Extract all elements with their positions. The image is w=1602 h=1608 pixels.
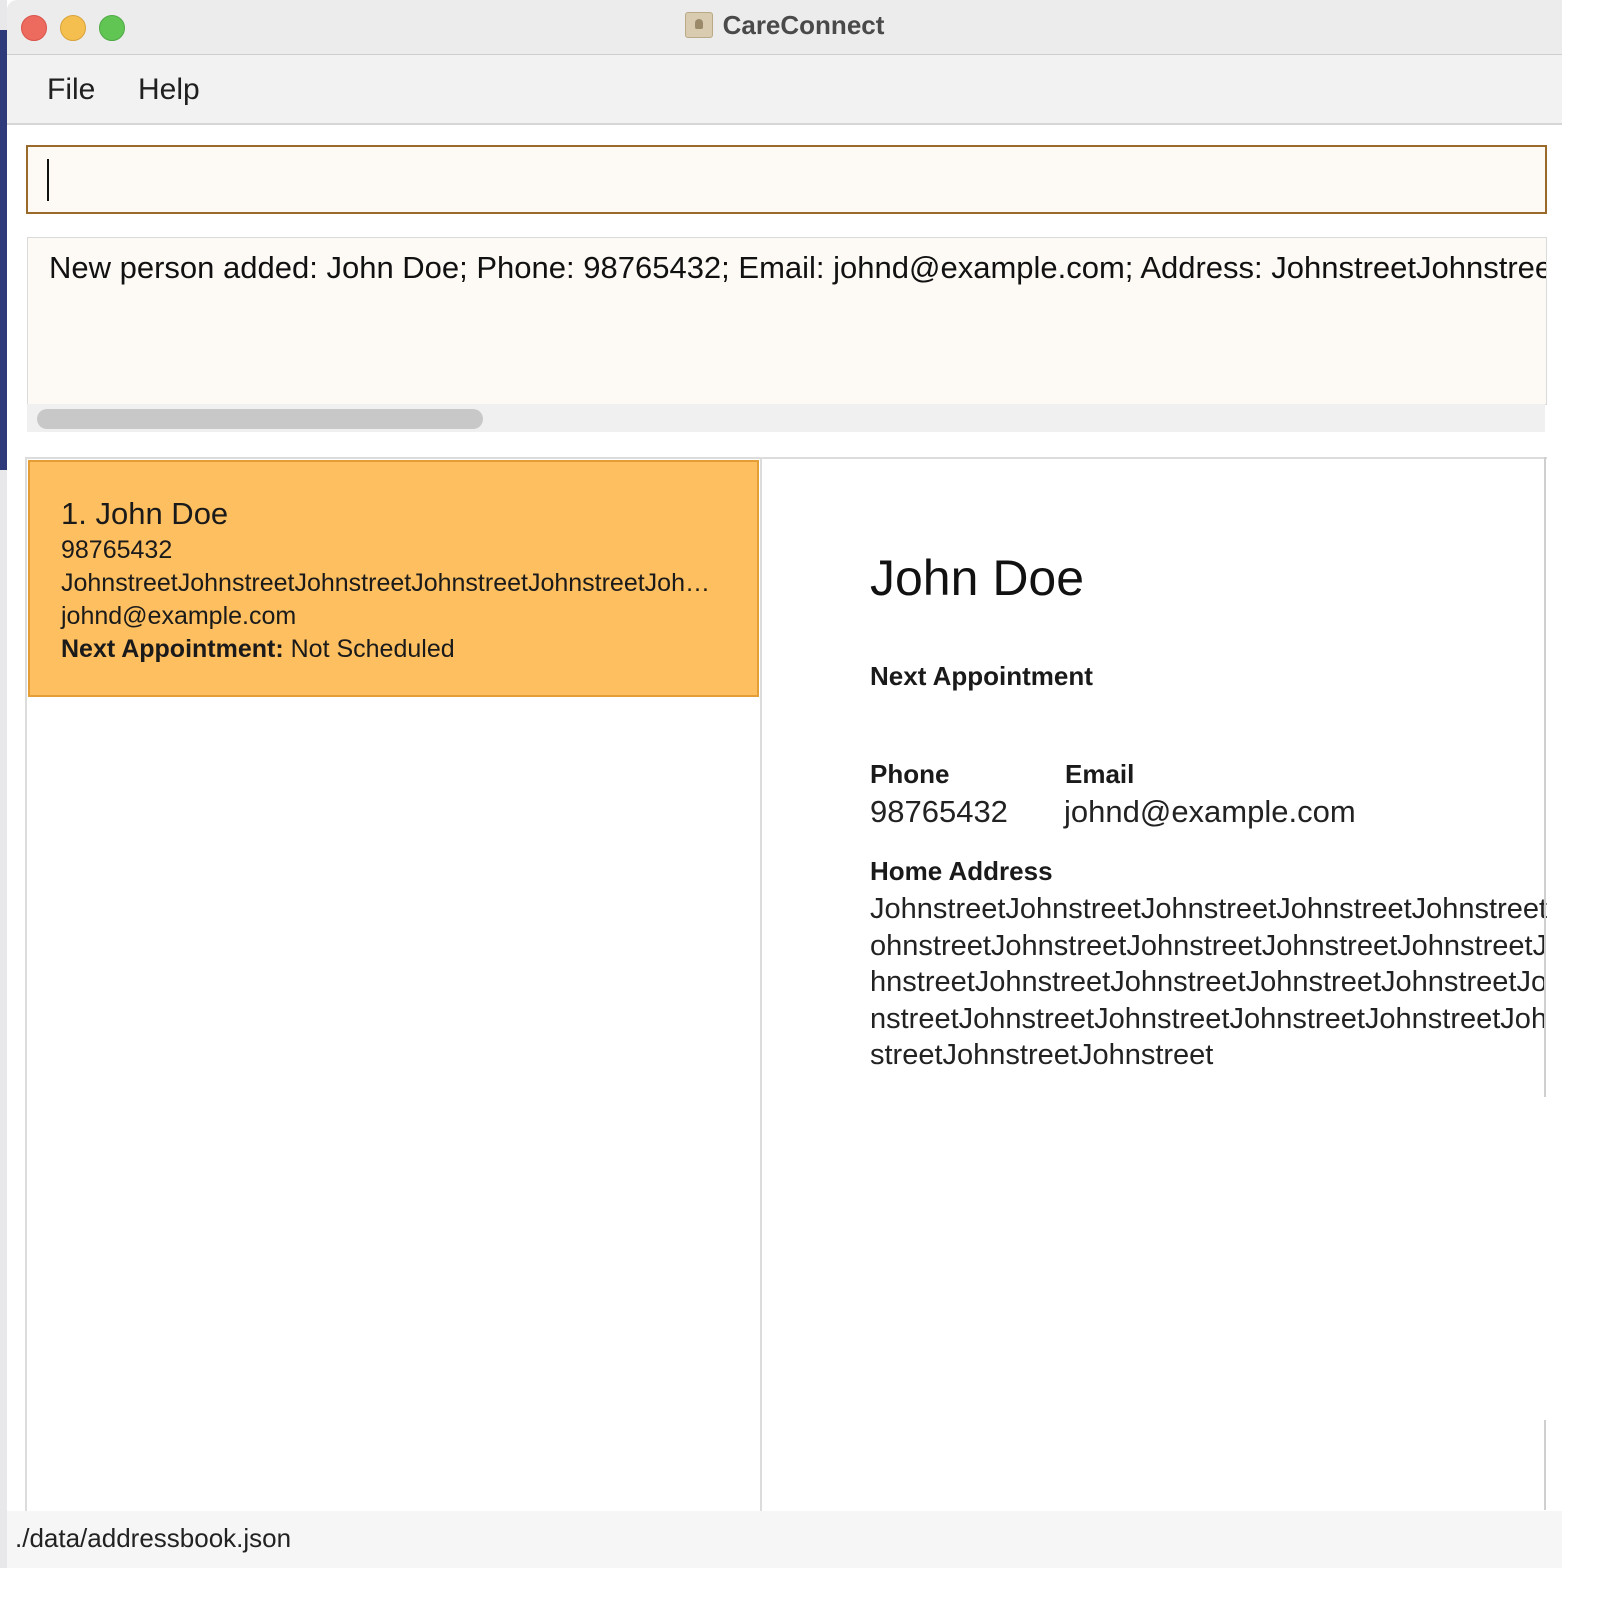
menu-help[interactable]: Help: [138, 73, 200, 107]
detail-address: JohnstreetJohnstreetJohnstreetJohnstreet…: [870, 893, 1547, 1072]
person-list-panel: 1. John Doe 98765432 JohnstreetJohnstree…: [25, 457, 762, 1513]
app-window: CareConnect File Help New person added: …: [7, 0, 1562, 1568]
detail-phone: 98765432: [870, 794, 1008, 829]
person-card-selected[interactable]: 1. John Doe 98765432 JohnstreetJohnstree…: [28, 460, 759, 697]
detail-email-label: Email: [1065, 759, 1135, 789]
person-card-appointment: Next Appointment: Not Scheduled: [61, 635, 455, 664]
command-input[interactable]: [26, 145, 1547, 214]
menu-bar: File Help: [7, 55, 1562, 125]
person-card-email: johnd@example.com: [61, 602, 297, 630]
person-detail-panel: John Doe Next Appointment Phone Email 98…: [760, 457, 1547, 1513]
appointment-value: Not Scheduled: [290, 635, 455, 663]
background-app-strip: [0, 0, 7, 1568]
detail-email: johnd@example.com: [1064, 794, 1356, 829]
detail-panel-edge: [1544, 457, 1546, 1097]
detail-panel-edge-lower: [1544, 1420, 1546, 1510]
status-file-path: ./data/addressbook.json: [15, 1523, 292, 1553]
scrollbar-thumb[interactable]: [37, 409, 483, 429]
detail-appointment-label: Next Appointment: [870, 661, 1093, 691]
appointment-label: Next Appointment:: [61, 635, 284, 663]
person-card-phone: 98765432: [61, 536, 173, 564]
text-cursor: [47, 159, 49, 201]
menu-file[interactable]: File: [47, 73, 95, 107]
result-display[interactable]: New person added: John Doe; Phone: 98765…: [27, 237, 1547, 405]
title-bar: CareConnect: [7, 0, 1562, 55]
person-card-name: 1. John Doe: [61, 496, 229, 531]
detail-address-label: Home Address: [870, 856, 1053, 886]
address-book-icon: [684, 12, 713, 38]
result-message: New person added: John Doe; Phone: 98765…: [49, 250, 1546, 285]
window-title-group: CareConnect: [7, 10, 1562, 41]
window-title: CareConnect: [722, 10, 885, 40]
detail-phone-label: Phone: [870, 759, 950, 789]
detail-name: John Doe: [870, 550, 1085, 606]
person-card-address: JohnstreetJohnstreetJohnstreetJohnstreet…: [61, 569, 721, 597]
status-bar: ./data/addressbook.json: [7, 1511, 1562, 1568]
result-horizontal-scrollbar[interactable]: [27, 404, 1545, 432]
